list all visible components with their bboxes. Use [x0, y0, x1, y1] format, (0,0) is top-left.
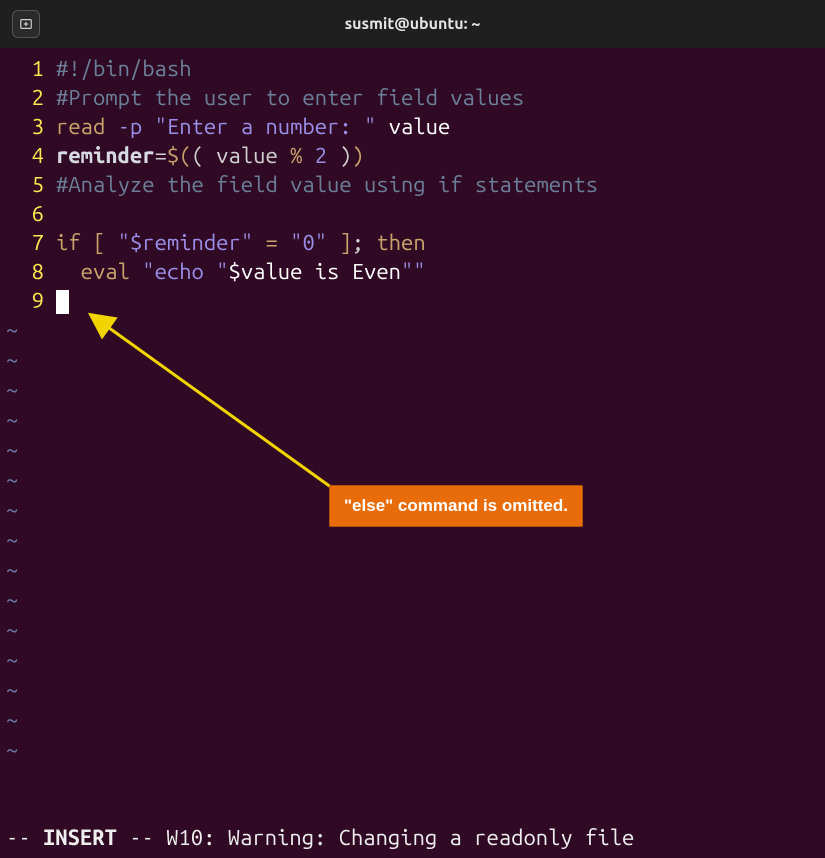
- window-title: susmit@ubuntu: ~: [345, 15, 481, 33]
- code-content[interactable]: eval "echo "$value is Even"": [56, 257, 825, 286]
- empty-line-tilde: ~: [0, 615, 825, 645]
- code-content[interactable]: #Prompt the user to enter field values: [56, 83, 825, 112]
- empty-line-tilde: ~: [0, 735, 825, 765]
- code-line[interactable]: 6: [0, 199, 825, 228]
- empty-line-tilde: ~: [0, 585, 825, 615]
- cursor: [56, 290, 69, 314]
- empty-line-tilde: ~: [0, 405, 825, 435]
- line-number: 9: [0, 286, 56, 315]
- status-warning: W10: Warning: Changing a readonly file: [166, 825, 634, 850]
- code-line[interactable]: 2#Prompt the user to enter field values: [0, 83, 825, 112]
- empty-line-tilde: ~: [0, 675, 825, 705]
- code-line[interactable]: 8 eval "echo "$value is Even"": [0, 257, 825, 286]
- empty-line-tilde: ~: [0, 705, 825, 735]
- code-content[interactable]: #!/bin/bash: [56, 54, 825, 83]
- code-line[interactable]: 5#Analyze the field value using if state…: [0, 170, 825, 199]
- empty-line-tilde: ~: [0, 375, 825, 405]
- titlebar: susmit@ubuntu: ~: [0, 0, 825, 48]
- code-line[interactable]: 4reminder=$(( value % 2 )): [0, 141, 825, 170]
- code-line[interactable]: 7if [ "$reminder" = "0" ]; then: [0, 228, 825, 257]
- line-number: 1: [0, 54, 56, 83]
- new-tab-button[interactable]: [12, 10, 40, 38]
- status-line: -- INSERT -- W10: Warning: Changing a re…: [6, 825, 819, 850]
- status-suffix: --: [117, 825, 166, 850]
- line-number: 4: [0, 141, 56, 170]
- empty-line-tilde: ~: [0, 315, 825, 345]
- code-line[interactable]: 1#!/bin/bash: [0, 54, 825, 83]
- line-number: 8: [0, 257, 56, 286]
- code-content[interactable]: read -p "Enter a number: " value: [56, 112, 825, 141]
- mode-indicator: INSERT: [43, 825, 117, 850]
- code-content[interactable]: reminder=$(( value % 2 )): [56, 141, 825, 170]
- empty-line-tilde: ~: [0, 435, 825, 465]
- status-prefix: --: [6, 825, 43, 850]
- line-number: 2: [0, 83, 56, 112]
- line-number: 5: [0, 170, 56, 199]
- empty-line-tilde: ~: [0, 525, 825, 555]
- code-line[interactable]: 9: [0, 286, 825, 315]
- code-line[interactable]: 3read -p "Enter a number: " value: [0, 112, 825, 141]
- empty-line-tilde: ~: [0, 645, 825, 675]
- code-content[interactable]: #Analyze the field value using if statem…: [56, 170, 825, 199]
- empty-line-tilde: ~: [0, 345, 825, 375]
- annotation-callout: "else" command is omitted.: [329, 485, 583, 527]
- line-number: 7: [0, 228, 56, 257]
- code-content[interactable]: [56, 286, 825, 315]
- new-tab-icon: [19, 17, 33, 31]
- editor-area[interactable]: 1#!/bin/bash2#Prompt the user to enter f…: [0, 48, 825, 765]
- line-number: 6: [0, 199, 56, 228]
- code-content[interactable]: if [ "$reminder" = "0" ]; then: [56, 228, 825, 257]
- annotation-text: "else" command is omitted.: [344, 496, 568, 515]
- line-number: 3: [0, 112, 56, 141]
- empty-line-tilde: ~: [0, 555, 825, 585]
- code-content[interactable]: [56, 199, 825, 228]
